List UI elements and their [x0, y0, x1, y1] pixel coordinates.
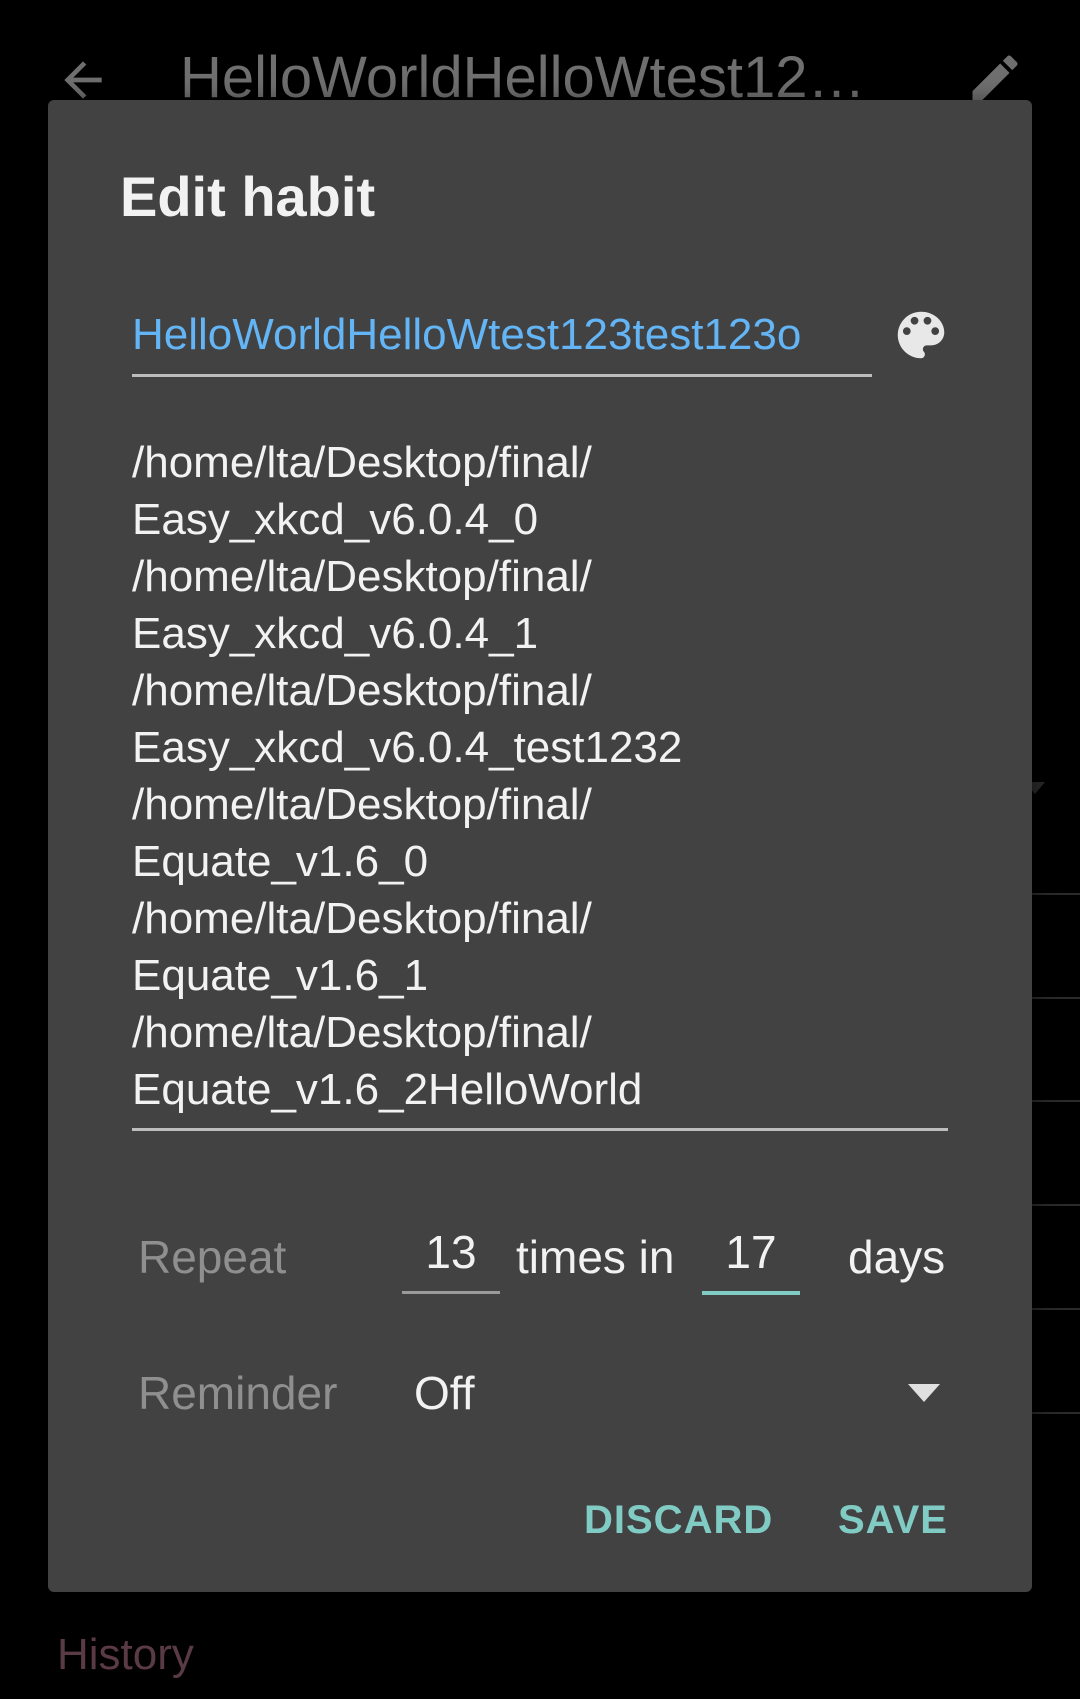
reminder-select[interactable]: Off — [414, 1366, 475, 1420]
days-label: days — [848, 1231, 946, 1283]
triangle-down-icon[interactable] — [908, 1384, 940, 1402]
habit-description-value: /home/lta/Desktop/final/ Easy_xkcd_v6.0.… — [132, 438, 683, 1114]
save-button[interactable]: SAVE — [838, 1498, 948, 1543]
history-label: History — [57, 1630, 194, 1679]
discard-button[interactable]: DISCARD — [584, 1498, 773, 1543]
palette-icon[interactable] — [890, 304, 952, 366]
reminder-label: Reminder — [138, 1367, 338, 1419]
repeat-label: Repeat — [138, 1231, 287, 1283]
dialog-title: Edit habit — [120, 165, 376, 228]
habit-name-value: HelloWorldHelloWtest123test123o — [132, 310, 802, 359]
repeat-times-input[interactable]: 13 — [402, 1225, 500, 1294]
times-in-label: times in — [516, 1231, 675, 1283]
screen: HelloWorldHelloWtest123test123o History … — [0, 0, 1080, 1699]
habit-name-input[interactable]: HelloWorldHelloWtest123test123o — [132, 300, 872, 377]
edit-habit-dialog: Edit habit HelloWorldHelloWtest123test12… — [48, 100, 1032, 1592]
habit-description-input[interactable]: /home/lta/Desktop/final/ Easy_xkcd_v6.0.… — [132, 434, 948, 1131]
pencil-icon[interactable] — [965, 48, 1025, 108]
repeat-days-input[interactable]: 17 — [702, 1225, 800, 1295]
